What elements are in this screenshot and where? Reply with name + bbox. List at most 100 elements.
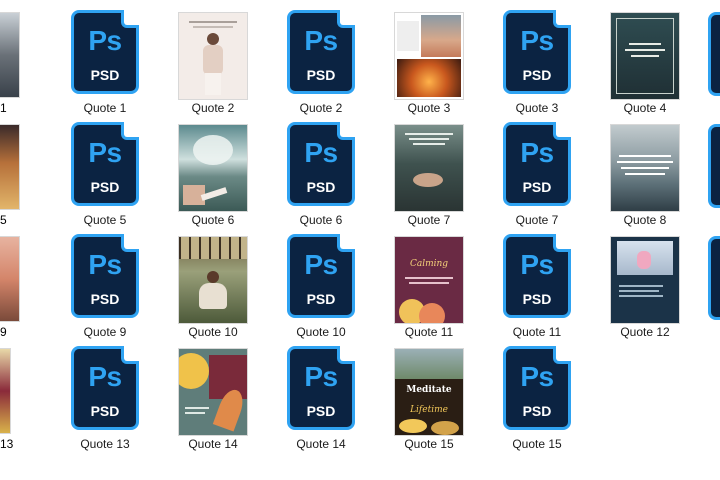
file-label: Quote 8	[623, 213, 667, 227]
partial-thumb-warm[interactable]	[0, 124, 20, 210]
psd-file-icon: Ps PSD	[287, 346, 355, 430]
thumb-woman-pose	[178, 12, 248, 100]
file-tile[interactable]: Ps PSD Quote 15	[487, 342, 587, 454]
psd-file-icon: Ps PSD	[503, 10, 571, 94]
file-label: Quote 14	[296, 437, 346, 451]
ps-glyph: Ps	[520, 249, 554, 280]
ps-glyph: Ps	[520, 137, 554, 168]
ps-glyph: Ps	[304, 25, 338, 56]
thumb-greenhouse-meditation	[178, 236, 248, 324]
file-tile[interactable]: Ps PSD Quote 6	[271, 118, 371, 230]
file-label: Quote 3	[407, 101, 451, 115]
file-label: Quote 15	[512, 437, 562, 451]
file-tile[interactable]: Ps PSD Quote 11	[487, 230, 587, 342]
psd-ext: PSD	[90, 67, 120, 83]
thumb-dark-teal-quote	[610, 12, 680, 100]
ps-glyph: Ps	[88, 25, 122, 56]
thumb-meditate-lifetime: Meditate Lifetime	[394, 348, 464, 436]
file-label: Quote 5	[83, 213, 127, 227]
file-label: Quote 10	[296, 325, 346, 339]
partial-psd-icon[interactable]	[708, 12, 720, 96]
ps-glyph: Ps	[88, 361, 122, 392]
file-tile[interactable]: Quote 4	[595, 6, 695, 118]
ps-glyph: Ps	[88, 137, 122, 168]
file-tile[interactable]: Ps PSD Quote 9	[55, 230, 155, 342]
file-tile[interactable]: Ps PSD Quote 14	[271, 342, 371, 454]
file-tile[interactable]: Ps PSD Quote 2	[271, 6, 371, 118]
file-tile[interactable]: Quote 12	[595, 230, 695, 342]
ps-glyph: Ps	[304, 249, 338, 280]
thumb-purple-yoga: Calming	[394, 236, 464, 324]
partial-label-1[interactable]: 1	[0, 101, 7, 115]
thumb-navy-meditation	[610, 236, 680, 324]
file-tile[interactable]: Ps PSD Quote 7	[487, 118, 587, 230]
file-tile[interactable]: Ps PSD Quote 10	[271, 230, 371, 342]
ps-glyph: Ps	[304, 361, 338, 392]
file-tile[interactable]: Ps PSD Quote 3	[487, 6, 587, 118]
partial-thumb-boho[interactable]	[0, 348, 11, 434]
psd-ext: PSD	[522, 403, 552, 419]
psd-file-icon: Ps PSD	[503, 346, 571, 430]
ps-glyph: Ps	[88, 249, 122, 280]
file-label: Quote 9	[83, 325, 127, 339]
partial-psd-icon[interactable]	[708, 236, 720, 320]
psd-file-icon: Ps PSD	[71, 122, 139, 206]
ps-glyph: Ps	[304, 137, 338, 168]
partial-label-5[interactable]: 5	[0, 213, 7, 227]
file-label: Quote 14	[188, 437, 238, 451]
file-label: Quote 13	[80, 437, 130, 451]
file-label: Quote 10	[188, 325, 238, 339]
thumb-quote15-title: Meditate	[406, 385, 452, 395]
ps-glyph: Ps	[520, 361, 554, 392]
partial-thumb-city[interactable]	[0, 12, 20, 98]
file-label: Quote 11	[404, 325, 454, 339]
file-label: Quote 7	[407, 213, 451, 227]
file-label: Quote 12	[620, 325, 670, 339]
psd-ext: PSD	[306, 291, 336, 307]
psd-ext: PSD	[522, 291, 552, 307]
file-tile[interactable]: Meditate Lifetime Quote 15	[379, 342, 479, 454]
partial-psd-icon[interactable]	[708, 124, 720, 208]
thumb-quote11-word: Calming	[409, 259, 449, 269]
file-tile[interactable]: Calming Quote 11	[379, 230, 479, 342]
thumb-water-woman	[394, 124, 464, 212]
partial-label-9[interactable]: 9	[0, 325, 7, 339]
thumb-boho-leaves	[178, 348, 248, 436]
file-tile[interactable]: Ps PSD Quote 5	[55, 118, 155, 230]
file-tile[interactable]: Quote 14	[163, 342, 263, 454]
file-tile[interactable]: Quote 3	[379, 6, 479, 118]
file-tile[interactable]: Ps PSD Quote 1	[55, 6, 155, 118]
psd-ext: PSD	[90, 403, 120, 419]
thumb-clouds-sea	[178, 124, 248, 212]
psd-file-icon: Ps PSD	[71, 346, 139, 430]
partial-thumb-sunset[interactable]	[0, 236, 20, 322]
psd-ext: PSD	[522, 179, 552, 195]
file-label: Quote 15	[404, 437, 454, 451]
file-tile[interactable]: Quote 10	[163, 230, 263, 342]
partial-label-13[interactable]: 13	[0, 437, 13, 451]
thumb-quote15-sub: Lifetime	[410, 405, 448, 415]
psd-ext: PSD	[306, 67, 336, 83]
psd-ext: PSD	[306, 179, 336, 195]
file-tile[interactable]: Quote 8	[595, 118, 695, 230]
file-label: Quote 7	[515, 213, 559, 227]
psd-file-icon: Ps PSD	[71, 234, 139, 318]
file-label: Quote 6	[191, 213, 235, 227]
psd-file-icon: Ps PSD	[503, 234, 571, 318]
psd-file-icon: Ps PSD	[287, 234, 355, 318]
psd-file-icon: Ps PSD	[287, 122, 355, 206]
file-tile[interactable]: Ps PSD Quote 13	[55, 342, 155, 454]
file-tile[interactable]: Quote 6	[163, 118, 263, 230]
file-label: Quote 11	[512, 325, 562, 339]
psd-ext: PSD	[90, 291, 120, 307]
psd-ext: PSD	[522, 67, 552, 83]
psd-ext: PSD	[306, 403, 336, 419]
file-tile[interactable]: Quote 7	[379, 118, 479, 230]
ps-glyph: Ps	[520, 25, 554, 56]
file-tile[interactable]: Quote 2	[163, 6, 263, 118]
file-label: Quote 2	[191, 101, 235, 115]
psd-file-icon: Ps PSD	[503, 122, 571, 206]
file-label: Quote 6	[299, 213, 343, 227]
file-label: Quote 2	[299, 101, 343, 115]
psd-file-icon: Ps PSD	[287, 10, 355, 94]
